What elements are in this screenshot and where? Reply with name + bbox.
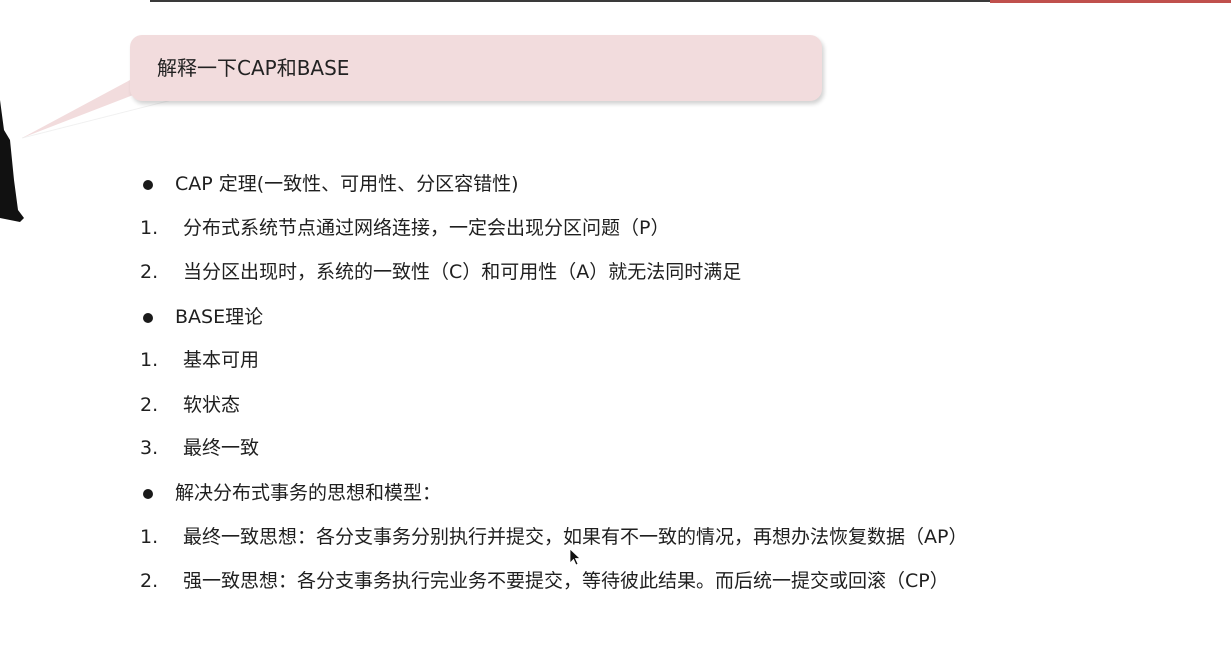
list-item-text: 基本可用: [183, 349, 260, 371]
number-marker: 1.: [140, 349, 159, 371]
list-item-text: 解决分布式事务的思想和模型：: [175, 482, 442, 504]
list-item-text: 最终一致: [183, 437, 260, 459]
number-marker: 2.: [140, 570, 159, 592]
top-accent-bar: [990, 0, 1231, 3]
slide: 解释一下CAP和BASE CAP 定理(一致性、可用性、分区容错性) 1. 分布…: [0, 0, 1231, 660]
list-item-text: 强一致思想：各分支事务执行完业务不要提交，等待彼此结果。而后统一提交或回滚（CP…: [183, 570, 949, 592]
mouse-cursor-icon: [569, 548, 581, 566]
number-marker: 3.: [140, 437, 159, 459]
list-item-text: BASE理论: [175, 306, 264, 328]
number-marker: 2.: [140, 261, 159, 283]
list-item-text: 当分区出现时，系统的一致性（C）和可用性（A）就无法同时满足: [183, 261, 742, 283]
list-item-text: 分布式系统节点通过网络连接，一定会出现分区问题（P）: [183, 217, 670, 239]
number-marker: 1.: [140, 217, 159, 239]
list-item-text: 最终一致思想：各分支事务分别执行并提交，如果有不一致的情况，再想办法恢复数据（A…: [183, 526, 968, 548]
question-text: 解释一下CAP和BASE: [157, 56, 350, 80]
list-item-text: CAP 定理(一致性、可用性、分区容错性): [175, 173, 519, 195]
list-item-text: 软状态: [183, 394, 241, 416]
top-divider: [150, 0, 990, 2]
question-bubble: 解释一下CAP和BASE: [130, 35, 822, 101]
number-marker: 2.: [140, 394, 159, 416]
number-marker: 1.: [140, 526, 159, 548]
